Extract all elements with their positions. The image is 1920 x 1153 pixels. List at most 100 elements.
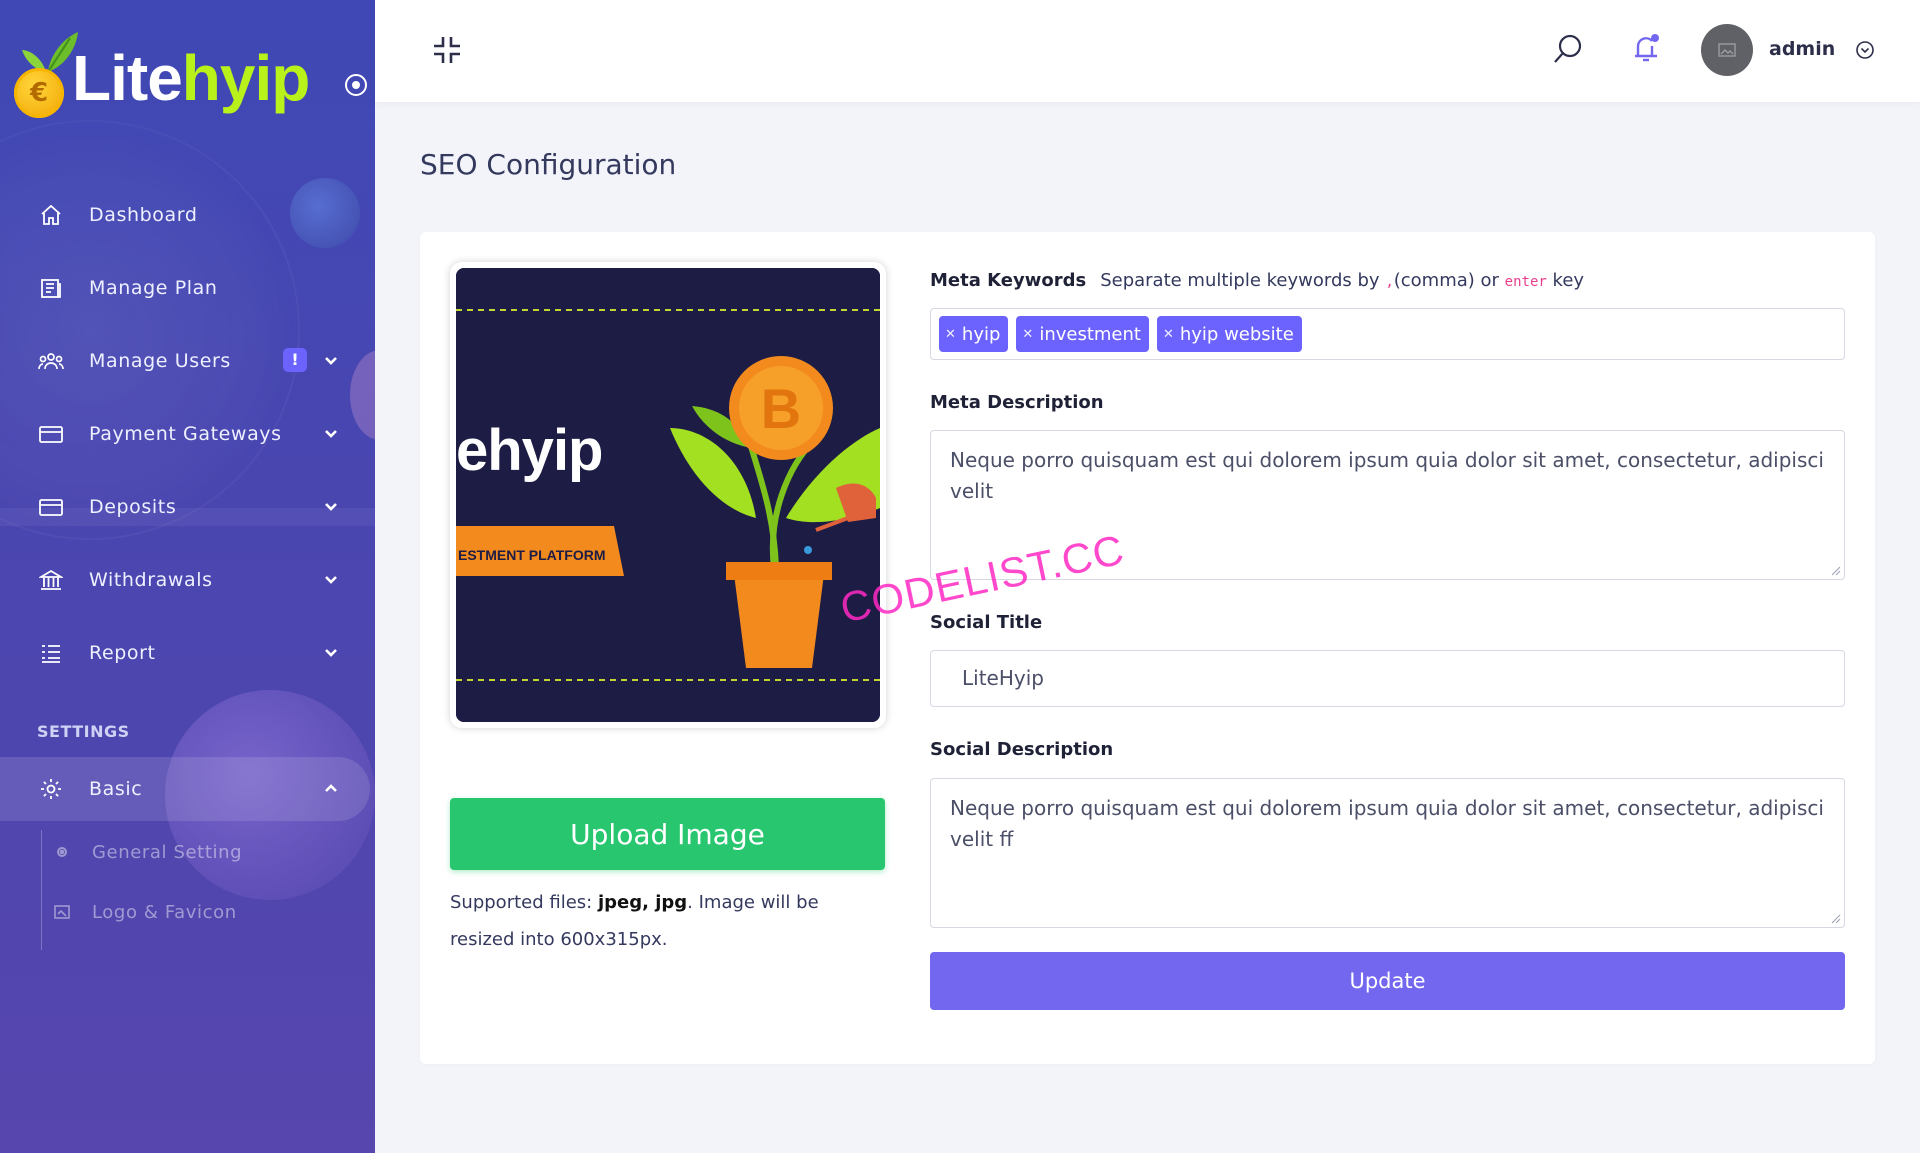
keyword-tag: ✕ hyip website xyxy=(1156,316,1302,352)
credit-card-icon xyxy=(37,493,65,521)
meta-description-label: Meta Description xyxy=(930,392,1104,413)
users-icon xyxy=(37,347,65,375)
sidebar-item-report[interactable]: Report xyxy=(0,616,375,689)
plan-icon xyxy=(37,274,65,302)
sidebar-item-label: Manage Plan xyxy=(89,276,218,299)
gear-icon xyxy=(37,775,65,803)
image-icon xyxy=(54,904,70,920)
sidebar-subitem-logo-favicon[interactable]: Logo & Favicon xyxy=(54,897,237,927)
alert-badge: ! xyxy=(283,348,307,372)
resize-handle-icon[interactable] xyxy=(1831,914,1841,924)
bank-icon xyxy=(37,566,65,594)
social-description-label: Social Description xyxy=(930,739,1114,760)
remove-tag-icon[interactable]: ✕ xyxy=(945,327,956,342)
image-icon xyxy=(1718,43,1736,57)
sidebar-item-label: Basic xyxy=(89,778,143,800)
sidebar-subitem-label: Logo & Favicon xyxy=(92,901,237,923)
social-title-input[interactable]: LiteHyip xyxy=(930,650,1845,707)
chevron-down-icon xyxy=(325,649,337,657)
coin-icon: € xyxy=(14,68,64,118)
hint-prefix: Separate multiple keywords by xyxy=(1100,270,1386,291)
avatar[interactable] xyxy=(1701,24,1753,76)
chevron-down-icon xyxy=(325,503,337,511)
hint-mid: (comma) or xyxy=(1393,270,1505,291)
logo-text: Litehyip xyxy=(72,38,311,118)
sidebar-item-payment-gateways[interactable]: Payment Gateways xyxy=(0,397,375,470)
sidebar-item-manage-plan[interactable]: Manage Plan xyxy=(0,251,375,324)
keyword-tag: ✕ investment xyxy=(1016,316,1149,352)
supported-prefix: Supported files: xyxy=(450,892,598,913)
sidebar-item-dashboard[interactable]: Dashboard xyxy=(0,178,375,251)
collapse-button[interactable] xyxy=(431,34,463,66)
chevron-down-icon xyxy=(325,430,337,438)
supported-files-note: Supported files: jpeg, jpg. Image will b… xyxy=(450,884,880,958)
seo-image: ehyip ESTMENT PLATFORM B xyxy=(456,268,880,722)
social-description-textarea[interactable]: Neque porro quisquam est qui dolorem ips… xyxy=(930,778,1845,928)
update-button[interactable]: Update xyxy=(930,952,1845,1010)
seo-image-brand-text: ehyip xyxy=(456,418,603,483)
resize-handle-icon[interactable] xyxy=(1831,566,1841,576)
sidebar-item-label: Dashboard xyxy=(89,203,198,226)
upload-image-button[interactable]: Upload Image xyxy=(450,798,885,870)
chevron-down-icon xyxy=(325,576,337,584)
seo-image-banner: ESTMENT PLATFORM xyxy=(458,547,606,563)
search-button[interactable] xyxy=(1551,32,1585,66)
sidebar-item-basic[interactable]: Basic xyxy=(0,757,370,821)
keyword-tag-label: hyip xyxy=(961,323,1001,345)
sidebar-item-label: Payment Gateways xyxy=(89,422,282,445)
submenu-line xyxy=(41,830,42,950)
sidebar-subitem-label: General Setting xyxy=(92,841,243,863)
meta-keywords-hint: Separate multiple keywords by ,(comma) o… xyxy=(1100,270,1584,291)
topbar: admin xyxy=(375,0,1920,102)
sidebar-nav: Dashboard Manage Plan Manage Users ! Pay… xyxy=(0,178,375,689)
hint-comma: , xyxy=(1385,274,1394,290)
meta-description-textarea[interactable]: Neque porro quisquam est qui dolorem ips… xyxy=(930,430,1845,580)
sidebar-item-label: Deposits xyxy=(89,495,177,518)
chevron-down-icon[interactable] xyxy=(1855,40,1875,60)
chevron-down-icon xyxy=(325,357,337,365)
seo-image-artwork: ehyip ESTMENT PLATFORM B xyxy=(456,268,880,722)
meta-description-value: Neque porro quisquam est qui dolorem ips… xyxy=(950,448,1824,503)
social-description-value: Neque porro quisquam est qui dolorem ips… xyxy=(950,796,1824,851)
remove-tag-icon[interactable]: ✕ xyxy=(1022,327,1033,342)
social-title-label: Social Title xyxy=(930,612,1043,633)
seo-image-preview: ehyip ESTMENT PLATFORM B xyxy=(450,262,886,728)
sidebar-item-label: Withdrawals xyxy=(89,568,213,591)
settings-heading: SETTINGS xyxy=(37,722,130,741)
home-icon xyxy=(37,201,65,229)
sidebar-item-withdrawals[interactable]: Withdrawals xyxy=(0,543,375,616)
sidebar-subitem-general-setting[interactable]: General Setting xyxy=(54,837,242,867)
sidebar-toggle-icon[interactable] xyxy=(345,74,367,96)
logo[interactable]: € Litehyip xyxy=(12,28,367,120)
hint-enter: enter xyxy=(1504,274,1547,290)
gear-icon xyxy=(54,844,70,860)
search-icon xyxy=(1554,34,1582,63)
user-name[interactable]: admin xyxy=(1769,38,1835,60)
sidebar: € Litehyip Dashboard Manage Plan Manage … xyxy=(0,0,375,1153)
meta-keywords-input[interactable]: ✕ hyip ✕ investment ✕ hyip website xyxy=(930,308,1845,360)
credit-card-icon xyxy=(37,420,65,448)
sidebar-item-label: Manage Users xyxy=(89,349,231,372)
remove-tag-icon[interactable]: ✕ xyxy=(1163,327,1174,342)
bell-icon xyxy=(1635,34,1659,62)
sidebar-item-manage-users[interactable]: Manage Users ! xyxy=(0,324,375,397)
hint-suffix: key xyxy=(1546,270,1585,291)
keyword-tag: ✕ hyip xyxy=(939,316,1009,352)
supported-formats: jpeg, jpg xyxy=(597,892,688,913)
chevron-up-icon xyxy=(325,784,337,792)
page-title: SEO Configuration xyxy=(420,148,677,181)
meta-keywords-label-text: Meta Keywords xyxy=(930,270,1087,291)
bitcoin-symbol: B xyxy=(761,377,801,440)
logo-text-hyip: hyip xyxy=(181,42,311,114)
keyword-tag-label: hyip website xyxy=(1179,323,1294,345)
meta-keywords-label: Meta Keywords Separate multiple keywords … xyxy=(930,270,1584,291)
sidebar-item-label: Report xyxy=(89,641,156,664)
keyword-tag-label: investment xyxy=(1039,323,1141,345)
seo-image-brand: ehyip xyxy=(456,418,603,483)
list-icon xyxy=(37,639,65,667)
notification-button[interactable] xyxy=(1628,30,1664,66)
logo-text-lite: Lite xyxy=(72,42,183,114)
seo-form-card: ehyip ESTMENT PLATFORM B Upload Image Su… xyxy=(420,232,1875,1064)
collapse-icon xyxy=(434,37,460,63)
sidebar-item-deposits[interactable]: Deposits xyxy=(0,470,375,543)
